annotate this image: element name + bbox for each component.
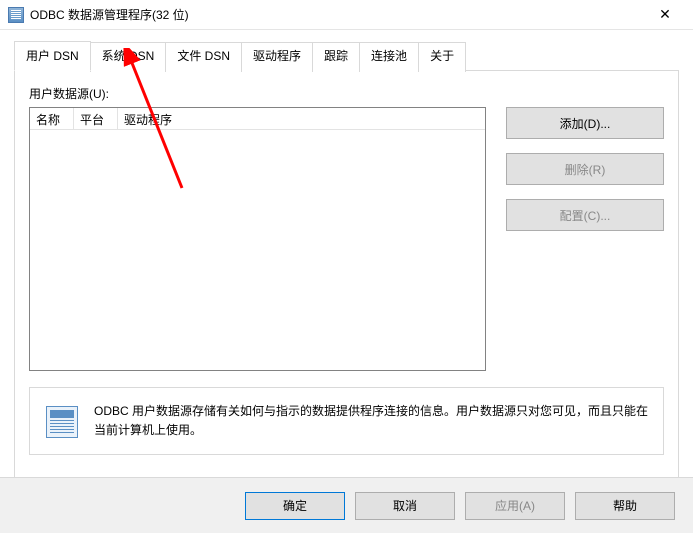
info-box: ODBC 用户数据源存储有关如何与指示的数据提供程序连接的信息。用户数据源只对您… bbox=[29, 387, 664, 455]
cancel-button[interactable]: 取消 bbox=[355, 492, 455, 520]
user-data-sources-list[interactable]: 名称 平台 驱动程序 bbox=[29, 107, 486, 371]
info-text: ODBC 用户数据源存储有关如何与指示的数据提供程序连接的信息。用户数据源只对您… bbox=[94, 402, 651, 440]
column-platform[interactable]: 平台 bbox=[74, 108, 118, 129]
add-button[interactable]: 添加(D)... bbox=[506, 107, 664, 139]
ok-button[interactable]: 确定 bbox=[245, 492, 345, 520]
tab-system-dsn[interactable]: 系统 DSN bbox=[90, 42, 167, 72]
list-header: 名称 平台 驱动程序 bbox=[30, 108, 485, 130]
apply-button: 应用(A) bbox=[465, 492, 565, 520]
window-title: ODBC 数据源管理程序(32 位) bbox=[30, 6, 645, 23]
app-icon bbox=[8, 7, 24, 23]
tab-about[interactable]: 关于 bbox=[418, 42, 466, 72]
tab-strip: 用户 DSN 系统 DSN 文件 DSN 驱动程序 跟踪 连接池 关于 bbox=[14, 40, 693, 70]
titlebar: ODBC 数据源管理程序(32 位) ✕ bbox=[0, 0, 693, 30]
configure-button: 配置(C)... bbox=[506, 199, 664, 231]
list-label: 用户数据源(U): bbox=[29, 85, 664, 102]
tab-tracing[interactable]: 跟踪 bbox=[312, 42, 360, 72]
datasource-icon bbox=[46, 406, 78, 438]
help-button[interactable]: 帮助 bbox=[575, 492, 675, 520]
remove-button: 删除(R) bbox=[506, 153, 664, 185]
dialog-button-bar: 确定 取消 应用(A) 帮助 bbox=[0, 477, 693, 533]
tab-file-dsn[interactable]: 文件 DSN bbox=[165, 42, 242, 72]
tab-user-dsn[interactable]: 用户 DSN bbox=[14, 41, 91, 71]
tab-panel: 用户数据源(U): 名称 平台 驱动程序 添加(D)... 删除(R) 配置(C… bbox=[14, 70, 679, 490]
column-name[interactable]: 名称 bbox=[30, 108, 74, 129]
tab-connection-pooling[interactable]: 连接池 bbox=[359, 42, 419, 72]
close-button[interactable]: ✕ bbox=[645, 1, 685, 29]
tab-drivers[interactable]: 驱动程序 bbox=[241, 42, 313, 72]
column-driver[interactable]: 驱动程序 bbox=[118, 108, 485, 129]
